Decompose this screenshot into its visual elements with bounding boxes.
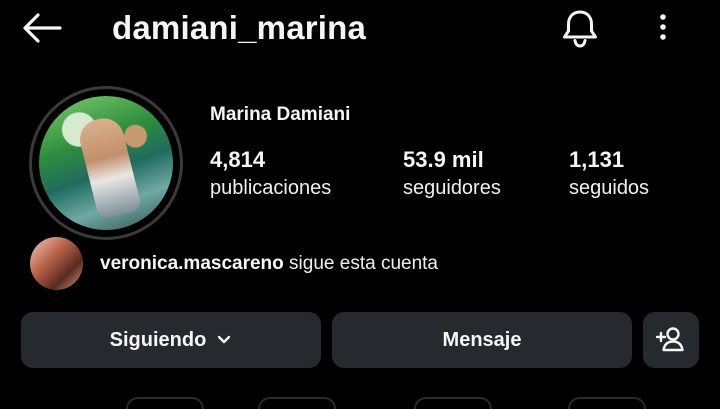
stat-following-value: 1,131 [569,147,625,172]
stat-posts-value: 4,814 [210,147,266,172]
followed-by-row[interactable]: veronica.mascareno sigue esta cuenta [30,237,550,291]
profile-username: damiani_marina [112,9,367,46]
notifications-button[interactable] [558,6,602,50]
following-button[interactable]: Siguiendo [21,312,321,368]
profile-full-name: Marina Damiani [210,104,351,125]
bell-icon [563,10,597,48]
arrow-left-icon [23,13,62,43]
followed-by-text: veronica.mascareno sigue esta cuenta [100,253,438,275]
stat-following-label: seguidos [569,177,650,199]
highlight-circle[interactable] [414,397,492,409]
add-user-button[interactable] [643,312,699,368]
highlight-circle[interactable] [568,397,646,409]
follower-username[interactable]: veronica.mascareno [100,253,284,274]
highlight-circle[interactable] [258,397,336,409]
stat-followers[interactable]: 53.9 mil seguidores [403,146,501,202]
stat-posts-label: publicaciones [210,177,332,199]
message-button-label: Mensaje [442,328,522,351]
more-options-button[interactable] [648,8,678,48]
chevron-down-icon [216,334,232,346]
message-button[interactable]: Mensaje [332,312,632,368]
more-vertical-icon [660,14,666,40]
following-button-label: Siguiendo [109,328,207,351]
stat-posts[interactable]: 4,814 publicaciones [210,146,331,202]
profile-avatar[interactable] [29,86,183,240]
avatar-figure [75,114,143,220]
person-add-icon [655,327,684,352]
follower-avatar[interactable] [30,237,83,290]
profile-photo [39,96,173,230]
back-button[interactable] [18,8,66,48]
stat-following[interactable]: 1,131 seguidos [569,146,649,202]
stat-followers-value: 53.9 mil [403,147,484,172]
followed-by-suffix: sigue esta cuenta [289,253,438,274]
top-bar: damiani_marina [0,0,720,56]
highlight-circle[interactable] [126,397,204,409]
stat-followers-label: seguidores [403,177,501,199]
